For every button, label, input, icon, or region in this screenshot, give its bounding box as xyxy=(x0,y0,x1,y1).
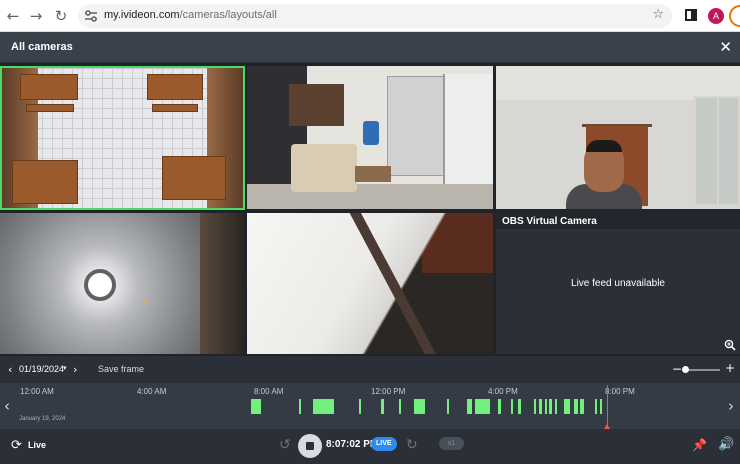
chevron-left-icon[interactable]: ‹ xyxy=(8,363,12,376)
browser-toolbar: ← → ↻ my.ivideon.com/cameras/layouts/all… xyxy=(0,0,740,32)
recording-segment[interactable] xyxy=(574,399,578,414)
camera-tile-4[interactable] xyxy=(0,213,244,354)
save-frame-button[interactable]: Save frame xyxy=(98,364,144,374)
recording-segment[interactable] xyxy=(600,399,602,414)
recording-segment[interactable] xyxy=(518,399,521,414)
zoom-in-icon[interactable] xyxy=(724,339,736,351)
camera-tile-6[interactable]: OBS Virtual Camera Live feed unavailable xyxy=(496,211,740,354)
camera-grid: OBS Virtual Camera Live feed unavailable xyxy=(0,63,740,356)
caret-down-icon[interactable]: ▾ xyxy=(63,364,67,372)
live-badge[interactable]: LIVE xyxy=(371,437,397,451)
timeline-tick: 4:00 AM xyxy=(137,387,167,396)
reload-icon[interactable]: ↻ xyxy=(52,7,70,25)
timeline[interactable]: ‹ 12:00 AM 4:00 AM 8:00 AM 12:00 PM 4:00… xyxy=(0,383,740,429)
recording-segment[interactable] xyxy=(399,399,401,414)
timeline-tick: 12:00 PM xyxy=(371,387,406,396)
recording-segment[interactable] xyxy=(511,399,513,414)
side-panel-icon[interactable] xyxy=(685,9,697,21)
recording-segment[interactable] xyxy=(539,399,542,414)
close-icon[interactable]: ✕ xyxy=(719,38,732,56)
recording-segment[interactable] xyxy=(555,399,557,414)
timeline-playhead[interactable] xyxy=(604,385,610,429)
forward-icon[interactable]: → xyxy=(27,7,45,25)
recording-segment[interactable] xyxy=(564,399,570,414)
recording-segment[interactable] xyxy=(447,399,449,414)
volume-icon[interactable]: 🔊 xyxy=(718,437,734,452)
recording-segment[interactable] xyxy=(381,399,384,414)
timeline-right-icon[interactable]: › xyxy=(728,397,734,415)
site-settings-icon[interactable] xyxy=(84,9,98,23)
camera-tile-1[interactable] xyxy=(0,66,245,210)
timeline-tick: 8:00 AM xyxy=(254,387,284,396)
camera-name: OBS Virtual Camera xyxy=(502,216,597,227)
recording-segment[interactable] xyxy=(475,399,490,414)
camera-tile-5[interactable] xyxy=(247,213,493,354)
recording-segment[interactable] xyxy=(545,399,547,414)
chevron-right-icon[interactable]: › xyxy=(73,363,77,376)
recording-segment[interactable] xyxy=(467,399,472,414)
zoom-in-plus-icon[interactable]: + xyxy=(725,361,735,375)
stop-button[interactable] xyxy=(298,434,322,458)
back-icon[interactable]: ← xyxy=(4,7,22,25)
playback-speed[interactable]: x1 xyxy=(439,437,464,450)
zoom-slider-handle[interactable] xyxy=(682,366,689,373)
timeline-date-label: January 19, 2024 xyxy=(19,416,66,422)
timeline-left-icon[interactable]: ‹ xyxy=(4,397,10,415)
timeline-zoom-slider[interactable] xyxy=(684,369,720,371)
zoom-out-icon[interactable]: − xyxy=(672,362,682,376)
recording-segment[interactable] xyxy=(580,399,584,414)
page-title: All cameras xyxy=(11,41,73,53)
chrome-menu-button[interactable] xyxy=(729,5,740,27)
rewind-icon[interactable]: ↺ xyxy=(279,437,291,453)
camera-feed-living-room xyxy=(247,66,493,209)
camera-feed-classroom xyxy=(2,68,243,208)
feed-unavailable-message: Live feed unavailable xyxy=(571,278,665,289)
camera-tile-2[interactable] xyxy=(247,66,493,209)
recording-segment[interactable] xyxy=(414,399,425,414)
profile-avatar[interactable]: A xyxy=(708,8,724,24)
forward-skip-icon[interactable]: ↻ xyxy=(406,437,418,453)
url-host: my.ivideon.com xyxy=(104,9,180,21)
recording-segment[interactable] xyxy=(498,399,501,414)
live-button[interactable]: Live xyxy=(28,440,46,450)
recording-segment[interactable] xyxy=(299,399,301,414)
camera-feed-ceiling-light xyxy=(0,213,244,354)
timeline-tick: 8:00 PM xyxy=(605,387,635,396)
camera-tile-3[interactable] xyxy=(496,66,740,209)
recording-segment[interactable] xyxy=(534,399,536,414)
url-path: /cameras/layouts/all xyxy=(179,9,277,21)
archive-toolbar: ‹ 01/19/2024 ▾ › Save frame − + xyxy=(0,356,740,383)
address-bar[interactable]: my.ivideon.com/cameras/layouts/all ☆ xyxy=(78,4,672,28)
camera-feed-person xyxy=(496,66,740,209)
timeline-tick: 12:00 AM xyxy=(20,387,54,396)
recording-segment[interactable] xyxy=(595,399,597,414)
refresh-icon[interactable]: ⟳ xyxy=(11,438,22,453)
recording-segment[interactable] xyxy=(549,399,552,414)
pin-icon[interactable]: 📌 xyxy=(692,438,707,452)
player-controls: ⟳ Live ↺ 8:07:02 PM LIVE ↻ x1 📌 🔊 xyxy=(0,429,740,464)
star-icon[interactable]: ☆ xyxy=(652,7,664,22)
recording-segment[interactable] xyxy=(313,399,334,414)
recording-segment[interactable] xyxy=(251,399,261,414)
app-header: All cameras ✕ xyxy=(0,32,740,62)
url-text[interactable]: my.ivideon.com/cameras/layouts/all xyxy=(104,9,277,21)
camera-feed-closeup xyxy=(247,213,493,354)
date-picker[interactable]: 01/19/2024 xyxy=(19,364,64,374)
timeline-tick: 4:00 PM xyxy=(488,387,518,396)
recording-segment[interactable] xyxy=(359,399,361,414)
